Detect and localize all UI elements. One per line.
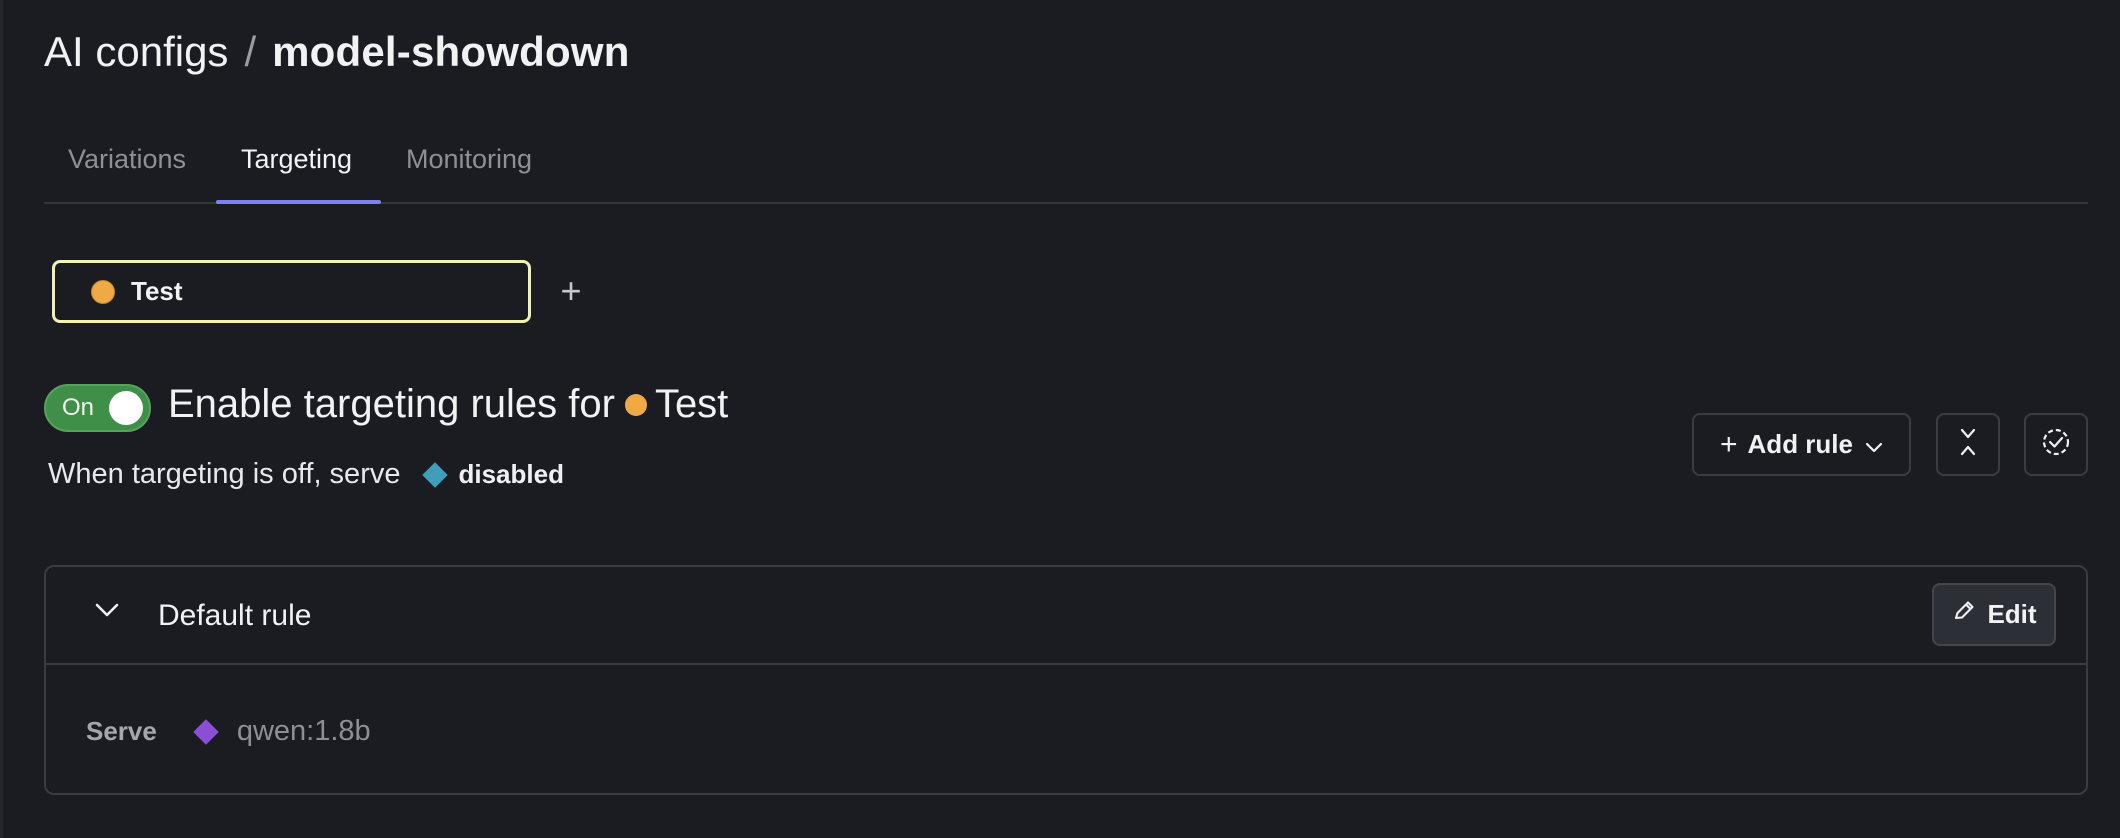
dashed-check-circle-icon bbox=[2040, 426, 2072, 463]
add-environment-button[interactable]: + bbox=[556, 268, 586, 314]
targeting-toggle[interactable]: On bbox=[44, 384, 151, 432]
default-rule-serve: Serve qwen:1.8b bbox=[86, 715, 371, 748]
add-rule-button[interactable]: + Add rule bbox=[1692, 413, 1911, 476]
breadcrumb-separator: / bbox=[244, 28, 257, 75]
toggle-knob bbox=[109, 391, 143, 425]
default-rule-header: Default rule Edit bbox=[46, 567, 2086, 665]
diamond-icon bbox=[193, 718, 219, 745]
targeting-environment-name: Test bbox=[654, 382, 729, 426]
environment-color-dot bbox=[91, 279, 115, 304]
breadcrumb-ai-configs[interactable]: AI configs bbox=[44, 28, 228, 76]
ai-config-targeting-page: AI configs / model-showdown Variations T… bbox=[0, 0, 2120, 838]
chevron-down-icon[interactable] bbox=[94, 601, 120, 624]
config-tabs: Variations Targeting Monitoring bbox=[44, 128, 2088, 204]
collapse-icon bbox=[1956, 427, 1980, 462]
left-panel-edge bbox=[0, 0, 3, 838]
environment-selector[interactable]: Test bbox=[52, 260, 531, 323]
off-variation-name: disabled bbox=[458, 459, 564, 489]
default-rule-title: Default rule bbox=[158, 599, 312, 632]
diamond-icon bbox=[422, 461, 449, 488]
edit-rule-button[interactable]: Edit bbox=[1932, 583, 2056, 646]
tab-monitoring[interactable]: Monitoring bbox=[406, 144, 532, 175]
add-rule-label: Add rule bbox=[1747, 429, 1853, 459]
chevron-down-icon bbox=[1865, 429, 1883, 460]
pencil-icon bbox=[1951, 598, 1987, 631]
environment-name: Test bbox=[131, 276, 183, 306]
off-variation-info: When targeting is off, serve disabled bbox=[48, 458, 564, 491]
toggle-label: On bbox=[62, 394, 95, 421]
plus-icon: + bbox=[560, 270, 582, 311]
page-title: model-showdown bbox=[272, 28, 630, 75]
tab-variations[interactable]: Variations bbox=[68, 144, 186, 175]
review-changes-button[interactable] bbox=[2024, 413, 2088, 476]
targeting-heading: Enable targeting rules for Test bbox=[168, 382, 728, 427]
default-rule-card: Default rule Edit Serve qwen:1.8b bbox=[44, 565, 2088, 795]
default-variation-name: qwen:1.8b bbox=[236, 715, 371, 747]
serve-label: Serve bbox=[86, 716, 157, 746]
environment-color-dot bbox=[624, 393, 647, 416]
collapse-all-button[interactable] bbox=[1936, 413, 2000, 476]
plus-icon: + bbox=[1720, 427, 1738, 461]
active-tab-indicator bbox=[216, 200, 381, 204]
edit-label: Edit bbox=[1987, 599, 2037, 629]
off-serve-text: When targeting is off, serve bbox=[48, 458, 401, 490]
breadcrumb: AI configs / model-showdown bbox=[44, 28, 630, 76]
tab-targeting[interactable]: Targeting bbox=[241, 144, 352, 175]
targeting-heading-text: Enable targeting rules for bbox=[168, 382, 615, 426]
